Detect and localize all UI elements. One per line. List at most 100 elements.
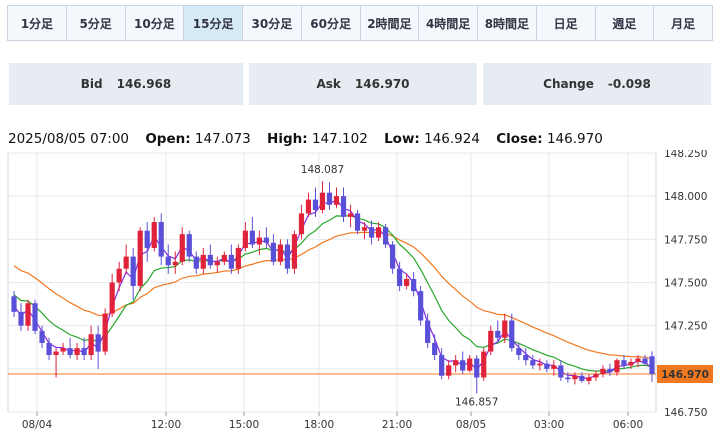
candle-body [586, 377, 592, 381]
x-tick-label: 08/05 [456, 419, 486, 431]
candle-body [326, 192, 333, 205]
candle-body [32, 303, 38, 331]
candle-body [123, 256, 129, 269]
candle-body [144, 230, 150, 248]
candle-body [607, 368, 613, 373]
candle-body [172, 261, 178, 266]
candle-body [109, 282, 115, 314]
candle-body [579, 375, 585, 381]
candle-body [509, 320, 515, 349]
candle-body [53, 351, 59, 356]
candle-body [249, 230, 255, 245]
low-label: Low: [384, 131, 420, 147]
candle-body [193, 256, 199, 269]
timeframe-tab[interactable]: 1分足 [8, 6, 67, 40]
candle-body [488, 330, 494, 352]
price-chart[interactable]: 148.250148.000147.750147.500147.250147.0… [0, 150, 720, 435]
candle-body [60, 348, 66, 352]
candle-body [347, 213, 354, 217]
ask-label: Ask [316, 77, 341, 91]
candle-body [382, 227, 389, 245]
candle-body [221, 254, 227, 262]
close-label: Close: [496, 131, 543, 147]
candle-body [397, 268, 403, 286]
bid-value: 146.968 [116, 77, 172, 91]
candle-body [263, 237, 269, 243]
candle-body [474, 358, 480, 378]
candle-body [340, 196, 347, 217]
candle-body [354, 213, 361, 231]
candle-body [137, 230, 143, 286]
candle-body [649, 356, 655, 375]
bid-label: Bid [80, 77, 103, 91]
x-tick-label: 08/04 [22, 419, 53, 431]
candle-body [628, 361, 634, 366]
open-value: 147.073 [194, 131, 251, 147]
candle-body [158, 222, 164, 257]
timeframe-tab[interactable]: 月足 [654, 6, 712, 40]
y-tick-label: 148.000 [664, 191, 707, 203]
timeframe-tab[interactable]: 10分足 [125, 6, 185, 40]
x-tick-label: 18:00 [304, 419, 334, 431]
candle-body [453, 360, 459, 366]
timeframe-tab[interactable]: 週足 [595, 6, 655, 40]
candle-body [81, 348, 87, 356]
candle-body [200, 254, 206, 269]
last-price-label: 146.970 [661, 369, 709, 381]
low-marker-label: 146.857 [455, 397, 498, 409]
ohlc-readout: 2025/08/05 07:00 Open: 147.073 High: 147… [8, 131, 603, 147]
x-tick-label: 15:00 [229, 419, 259, 431]
y-tick-label: 147.750 [664, 234, 707, 246]
candle-body [116, 268, 122, 283]
candle-body [361, 227, 368, 231]
candle-body [186, 234, 192, 257]
y-tick-label: 147.500 [664, 278, 707, 290]
change-value: -0.098 [607, 77, 651, 91]
candle-body [95, 334, 101, 352]
candle-body [368, 227, 375, 238]
candle-body [319, 192, 326, 210]
timeframe-tab[interactable]: 日足 [536, 6, 596, 40]
timeframe-tab[interactable]: 30分足 [243, 6, 302, 40]
candle-body [74, 348, 80, 356]
timeframe-tab[interactable]: 60分足 [301, 6, 361, 40]
candle-body [333, 196, 340, 205]
candle-body [102, 313, 108, 352]
low-value: 146.924 [424, 131, 480, 147]
candle-body [277, 244, 284, 262]
candle-body [389, 244, 396, 269]
candle-body [46, 342, 52, 356]
candle-body [572, 375, 578, 380]
candle-body [411, 279, 417, 292]
candle-body [425, 320, 431, 343]
x-tick-label: 06:00 [613, 419, 643, 431]
timeframe-tab[interactable]: 2時間足 [360, 6, 420, 40]
quote-bar: Bid 146.968 Ask 146.970 Change -0.098 [9, 63, 711, 105]
candle-body [404, 279, 410, 286]
candle-body [207, 254, 213, 266]
candle-body [151, 222, 157, 248]
y-tick-label: 146.750 [664, 407, 707, 419]
high-marker-label: 148.087 [301, 164, 344, 176]
timeframe-tab[interactable]: 15分足 [184, 6, 243, 40]
candle-body [256, 237, 262, 245]
candle-body [635, 358, 641, 362]
candle-body [481, 351, 487, 378]
timeframe-tab[interactable]: 4時間足 [419, 6, 478, 40]
candle-body [418, 291, 424, 321]
change-box: Change -0.098 [483, 63, 711, 105]
timeframe-tab[interactable]: 8時間足 [478, 6, 537, 40]
timeframe-tab[interactable]: 5分足 [66, 6, 126, 40]
candle-body [516, 348, 522, 356]
candle-body [179, 234, 185, 262]
x-tick-label: 03:00 [534, 419, 564, 431]
candle-body [214, 261, 220, 266]
candle-body [600, 368, 606, 375]
candle-body [312, 199, 319, 210]
candle-body [284, 244, 291, 269]
candle-body [460, 360, 466, 371]
candle-body [130, 256, 136, 286]
candle-body [18, 311, 24, 326]
candle-body [11, 296, 17, 312]
candle-body [530, 360, 536, 366]
